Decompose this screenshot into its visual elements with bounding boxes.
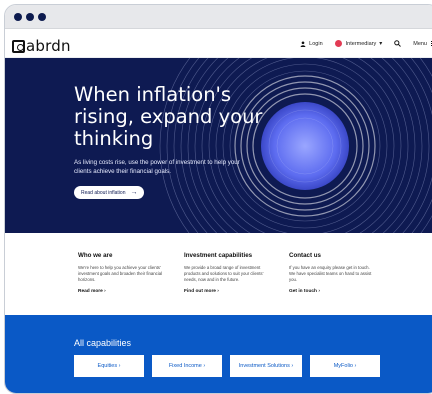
search-icon: [394, 40, 402, 47]
browser-frame: abrdn Login Intermediary ▾ Menu When inf…: [4, 4, 432, 394]
menu-button[interactable]: Menu: [413, 40, 432, 47]
arrow-right-icon: →: [130, 189, 138, 196]
find-out-more-link[interactable]: Find out more ›: [184, 289, 270, 294]
column-title: Contact us: [289, 252, 321, 259]
logo-text: abrdn: [26, 37, 71, 55]
hero-subtext: As living costs rise, use the power of i…: [74, 159, 240, 175]
myfolio-button[interactable]: MyFolio ›: [310, 355, 380, 377]
get-in-touch-link[interactable]: Get in touch ›: [289, 289, 375, 294]
column-title: Investment capabilities: [184, 252, 253, 259]
window-close-dot[interactable]: [14, 13, 22, 21]
search-button[interactable]: [394, 40, 402, 47]
info-column-investment-capabilities: Investment capabilities We provide a bro…: [184, 252, 270, 294]
read-about-inflation-button[interactable]: Read about inflation →: [74, 186, 145, 199]
audience-label: Intermediary: [345, 40, 377, 47]
fixed-income-button[interactable]: Fixed Income ›: [152, 355, 222, 377]
hero-banner: When inflation's rising, expand your thi…: [5, 58, 432, 233]
investment-solutions-button[interactable]: Investment Solutions ›: [230, 355, 302, 377]
hero-cta-label: Read about inflation: [81, 189, 126, 196]
browser-titlebar: [5, 5, 432, 29]
logo-mark-icon: [12, 39, 25, 53]
chevron-down-icon: ▾: [379, 41, 383, 47]
capabilities-title: All capabilities: [74, 338, 132, 348]
info-column-who-we-are: Who we are We're here to help you achiev…: [78, 252, 164, 294]
column-body: If you have an enquiry please get in tou…: [289, 265, 372, 282]
column-body: We're here to help you achieve your clie…: [78, 265, 163, 282]
flag-icon: [334, 40, 342, 47]
menu-label: Menu: [413, 40, 427, 47]
info-section: Who we are We're here to help you achiev…: [5, 233, 432, 315]
capabilities-section: All capabilities Equities › Fixed Income…: [5, 315, 432, 393]
read-more-link[interactable]: Read more ›: [78, 289, 164, 294]
person-icon: [300, 40, 306, 47]
hero-headline: When inflation's rising, expand your thi…: [74, 83, 263, 150]
window-minimize-dot[interactable]: [26, 13, 34, 21]
column-body: We provide a broad range of investment p…: [184, 265, 264, 282]
site-header: abrdn Login Intermediary ▾ Menu: [5, 34, 432, 58]
window-maximize-dot[interactable]: [38, 13, 46, 21]
abrdn-logo[interactable]: abrdn: [12, 37, 71, 55]
column-title: Who we are: [78, 252, 113, 259]
equities-button[interactable]: Equities ›: [74, 355, 144, 377]
login-link[interactable]: Login: [300, 40, 323, 47]
info-column-contact-us: Contact us If you have an enquiry please…: [289, 252, 375, 294]
audience-selector[interactable]: Intermediary ▾: [334, 40, 383, 47]
login-label: Login: [309, 40, 323, 47]
header-nav: Login Intermediary ▾ Menu: [288, 40, 432, 47]
